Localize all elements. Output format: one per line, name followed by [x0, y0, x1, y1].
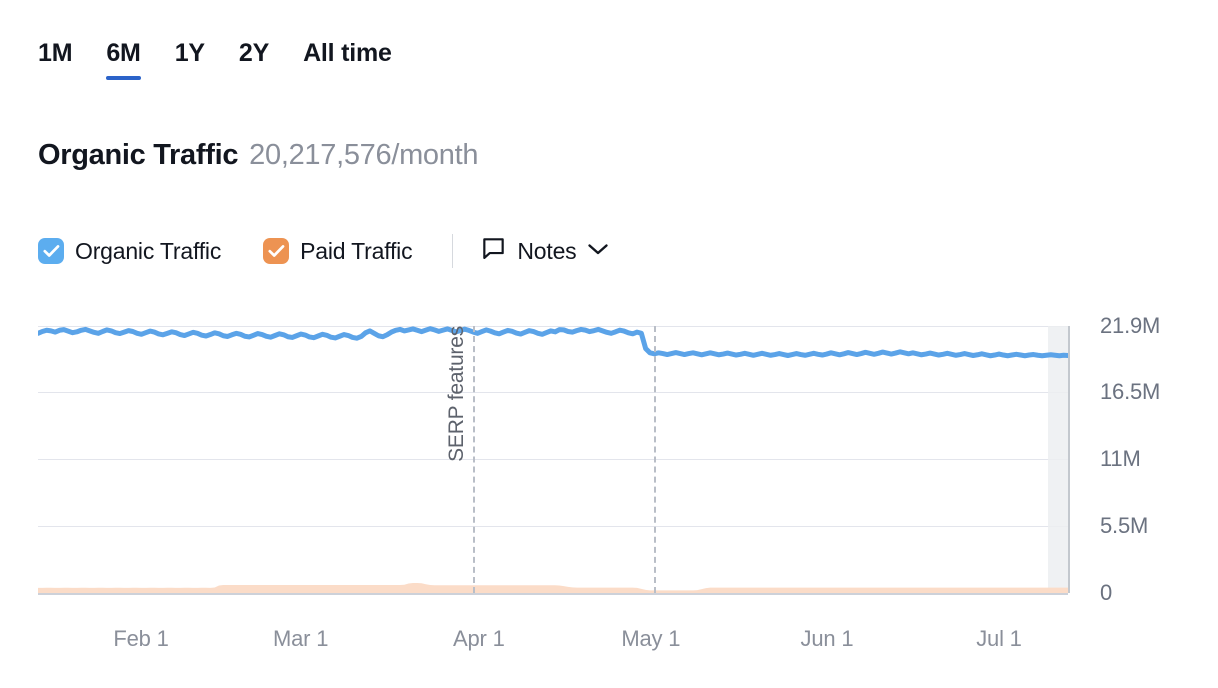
y-axis-tick-label: 11M: [1100, 446, 1141, 472]
metric-headline: Organic Traffic 20,217,576/month: [38, 136, 478, 174]
x-axis-tick-label: Apr 1: [453, 626, 505, 652]
series-line-organic-traffic: [38, 329, 1068, 356]
y-axis-tick-label: 5.5M: [1100, 513, 1148, 539]
x-axis-tick-label: Mar 1: [273, 626, 328, 652]
metric-name: Organic Traffic: [38, 136, 238, 174]
x-axis-tick-label: Feb 1: [113, 626, 168, 652]
period-tab-2y[interactable]: 2Y: [239, 38, 269, 80]
period-tab-label: All time: [303, 39, 392, 67]
legend-divider: [452, 234, 453, 268]
chart-legend: Organic Traffic Paid Traffic Notes: [38, 231, 609, 271]
period-tab-1m[interactable]: 1M: [38, 38, 72, 80]
axis-baseline: [38, 593, 1068, 595]
period-tab-label: 1Y: [175, 39, 205, 67]
period-tab-1y[interactable]: 1Y: [175, 38, 205, 80]
chevron-down-icon: [587, 242, 609, 261]
y-axis-tick-label: 16.5M: [1100, 379, 1160, 405]
metric-value: 20,217,576/month: [249, 136, 478, 174]
series-canvas: [38, 326, 1068, 593]
period-tab-all-time[interactable]: All time: [303, 38, 392, 80]
x-axis-tick-label: Jun 1: [801, 626, 854, 652]
legend-label: Paid Traffic: [300, 238, 412, 265]
y-axis-tick-label: 0: [1100, 580, 1112, 606]
organic-traffic-chart-panel: 1M 6M 1Y 2Y All time Organic Traffic 20,217,…: [0, 0, 1218, 688]
checkbox-checked-icon[interactable]: [263, 238, 289, 264]
annotation-label: SERP features: [445, 326, 469, 462]
legend-toggle-organic-traffic[interactable]: Organic Traffic: [38, 238, 221, 265]
period-tab-label: 6M: [106, 39, 140, 67]
x-axis-tick-label: Jul 1: [976, 626, 1021, 652]
legend-toggle-paid-traffic[interactable]: Paid Traffic: [263, 238, 412, 265]
period-tab-label: 2Y: [239, 39, 269, 67]
annotation-line[interactable]: [473, 326, 475, 593]
period-tabs: 1M 6M 1Y 2Y All time: [38, 38, 392, 80]
legend-label: Organic Traffic: [75, 238, 221, 265]
x-axis-tick-label: May 1: [621, 626, 680, 652]
traffic-chart-plot: SERP features: [38, 326, 1068, 593]
checkbox-checked-icon[interactable]: [38, 238, 64, 264]
annotation-line[interactable]: [654, 326, 656, 593]
period-tab-label: 1M: [38, 39, 72, 67]
notes-label: Notes: [517, 238, 576, 265]
active-tab-underline: [106, 76, 140, 80]
series-area-paid-traffic: [38, 583, 1068, 593]
notes-dropdown[interactable]: Notes: [481, 236, 609, 266]
y-axis-tick-label: 21.9M: [1100, 313, 1160, 339]
partial-period-edge: [1068, 326, 1070, 593]
period-tab-6m[interactable]: 6M: [106, 38, 140, 80]
note-bubble-icon: [481, 236, 506, 266]
